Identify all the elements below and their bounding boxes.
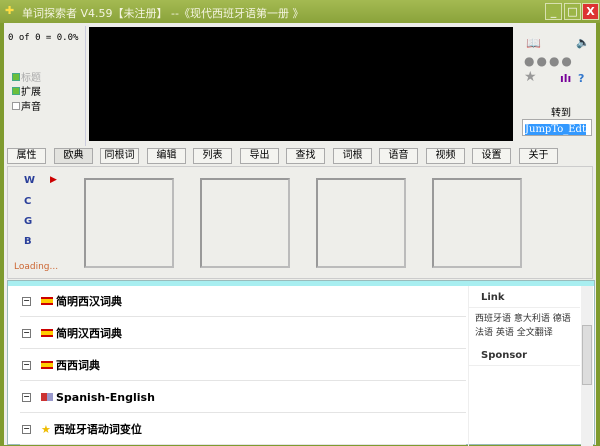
dict-row[interactable]: − Spanish-English <box>20 382 466 413</box>
letter-c[interactable]: C <box>24 196 31 207</box>
flag-icon <box>41 361 53 369</box>
dict-title: 西西词典 <box>56 359 100 372</box>
link-french[interactable]: 法语 <box>475 328 493 338</box>
loading-text: Loading... <box>14 262 59 272</box>
title-checkbox[interactable]: 标题 <box>12 69 41 84</box>
video-button[interactable]: 视频 <box>426 148 465 164</box>
left-panel: 0 of 0 = 0.0% 标题 扩展 声音 <box>6 26 86 146</box>
link-list: 西班牙语 意大利语 德语 法语 英语 全文翻译 <box>469 308 580 344</box>
root-button[interactable]: 词根 <box>333 148 372 164</box>
image-frame <box>84 178 174 268</box>
edit-button[interactable]: 编辑 <box>147 148 186 164</box>
euro-dict-button[interactable]: 欧典 <box>54 148 93 164</box>
nav-buttons-icon[interactable]: ●●●● <box>524 54 574 68</box>
star-icon[interactable]: ★ <box>524 69 537 85</box>
checkbox-label: 标题 <box>21 73 41 84</box>
link-heading: Link <box>469 286 580 308</box>
collapse-icon[interactable]: − <box>22 296 31 306</box>
minimize-button[interactable]: _ <box>545 3 562 20</box>
progress-text: 0 of 0 = 0.0% <box>8 33 79 43</box>
settings-button[interactable]: 设置 <box>472 148 511 164</box>
find-button[interactable]: 查找 <box>286 148 325 164</box>
image-frame <box>432 178 522 268</box>
window-title: 单词探索者 V4.59【未注册】 --《现代西班牙语第一册 》 <box>22 7 304 20</box>
sponsor-heading: Sponsor <box>469 344 580 366</box>
voice-button[interactable]: 语音 <box>379 148 418 164</box>
jump-to-value: JumpTo_Edt <box>525 124 586 135</box>
link-italian[interactable]: 意大利语 <box>514 314 550 324</box>
link-spanish[interactable]: 西班牙语 <box>475 314 511 324</box>
collapse-icon[interactable]: − <box>22 328 31 338</box>
checkbox-box <box>12 101 20 110</box>
checkbox-label: 声音 <box>21 102 41 113</box>
pointer-icon: ▶ <box>50 175 57 185</box>
collapse-icon[interactable]: − <box>22 360 31 370</box>
title-bar: ✚ 单词探索者 V4.59【未注册】 --《现代西班牙语第一册 》 _ □ X <box>0 0 600 23</box>
letter-g[interactable]: G <box>24 216 32 227</box>
dict-title: 简明汉西词典 <box>56 327 122 340</box>
flag-icon <box>41 297 53 305</box>
display-view <box>89 27 513 141</box>
app-icon: ✚ <box>5 4 15 17</box>
attr-button[interactable]: 属性 <box>7 148 46 164</box>
maximize-button[interactable]: □ <box>564 3 581 20</box>
link-translate[interactable]: 全文翻译 <box>517 328 553 338</box>
flag-icon <box>41 329 53 337</box>
export-button[interactable]: 导出 <box>240 148 279 164</box>
book-icon[interactable]: 📖 <box>526 36 541 50</box>
image-panel: W ▶ C G B Loading... <box>7 166 593 279</box>
link-sidebar: Link 西班牙语 意大利语 德语 法语 英语 全文翻译 Sponsor <box>468 286 580 446</box>
link-german[interactable]: 德语 <box>553 314 571 324</box>
about-button[interactable]: 关于 <box>519 148 558 164</box>
dictionary-browser: − 简明西汉词典 − 简明汉西词典 − 西西词典 − Spanish-English −… <box>7 280 595 446</box>
collapse-icon[interactable]: − <box>22 424 31 434</box>
client-area: 0 of 0 = 0.0% 标题 扩展 声音 📖 🔈 ●●●● ★ ılı ? … <box>4 23 596 446</box>
help-icon[interactable]: ? <box>578 72 584 85</box>
star-icon: ★ <box>41 422 51 436</box>
close-button[interactable]: X <box>582 3 599 20</box>
flag-icon <box>41 393 53 401</box>
dict-row[interactable]: − 简明汉西词典 <box>20 318 466 349</box>
dict-row[interactable]: − 西西词典 <box>20 350 466 381</box>
list-button[interactable]: 列表 <box>193 148 232 164</box>
image-frame <box>316 178 406 268</box>
extend-checkbox[interactable]: 扩展 <box>12 83 41 98</box>
jump-to-input[interactable]: JumpTo_Edt <box>522 119 592 136</box>
image-frame <box>200 178 290 268</box>
speaker-icon[interactable]: 🔈 <box>576 36 590 49</box>
chart-icon[interactable]: ılı <box>560 72 571 85</box>
sound-checkbox[interactable]: 声音 <box>12 98 41 113</box>
cognate-button[interactable]: 同根词 <box>100 148 139 164</box>
checkbox-box <box>12 72 20 81</box>
checkbox-label: 扩展 <box>21 87 41 98</box>
checkbox-box <box>12 86 20 95</box>
vertical-scrollbar[interactable] <box>581 286 593 446</box>
dict-title: Spanish-English <box>56 390 155 404</box>
dict-row[interactable]: − 简明西汉词典 <box>20 286 466 317</box>
dict-title: 西班牙语动词变位 <box>53 423 142 436</box>
dict-row[interactable]: − ★ 西班牙语动词变位 <box>20 414 466 445</box>
letter-w[interactable]: W <box>24 175 35 186</box>
dict-title: 简明西汉词典 <box>56 295 122 308</box>
goto-label: 转到 <box>551 108 571 119</box>
letter-b[interactable]: B <box>24 236 32 247</box>
collapse-icon[interactable]: − <box>22 392 31 402</box>
right-panel: 📖 🔈 ●●●● ★ ılı ? 转到 JumpTo_Edt <box>516 26 596 146</box>
scroll-thumb[interactable] <box>582 325 592 385</box>
link-english[interactable]: 英语 <box>496 328 514 338</box>
